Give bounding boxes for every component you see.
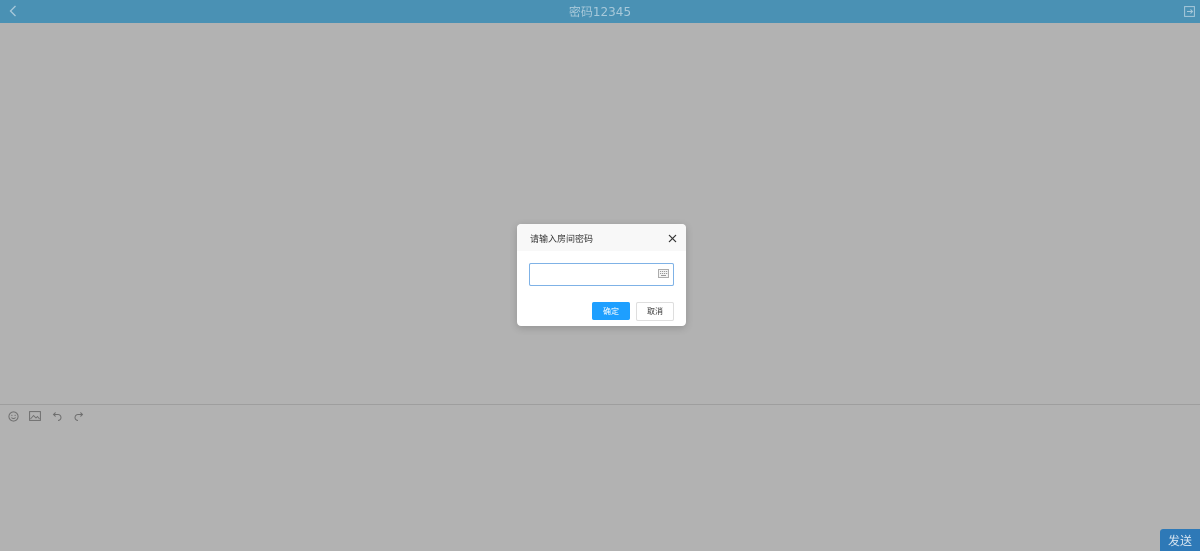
emoji-icon [7,410,19,422]
chat-message-area [0,23,1200,404]
dialog-header: 请输入房间密码 [517,224,686,251]
image-icon [29,411,41,421]
confirm-button[interactable]: 确定 [592,302,630,320]
chevron-left-icon [9,5,16,17]
exit-button[interactable] [1182,4,1196,18]
emoji-button[interactable] [6,409,20,423]
undo-button[interactable] [50,409,64,423]
send-button[interactable]: 发送 [1160,529,1200,551]
back-button[interactable] [6,3,20,19]
image-button[interactable] [28,409,42,423]
cancel-button[interactable]: 取消 [636,302,674,321]
password-field [529,263,674,286]
undo-icon [52,412,62,421]
keyboard-icon[interactable] [658,269,669,278]
page-title: 密码12345 [568,5,632,19]
dialog-close-button[interactable] [667,233,677,243]
dialog-title: 请输入房间密码 [530,235,594,245]
composer-toolbar [6,408,86,424]
message-composer[interactable]: 发送 [0,405,1200,551]
password-dialog: 请输入房间密码 确定 取消 [517,224,686,326]
title-bar: 密码12345 [0,0,1200,23]
redo-button[interactable] [72,409,86,423]
password-input[interactable] [530,264,652,285]
close-icon [668,234,676,242]
redo-icon [74,412,84,421]
exit-icon [1183,5,1195,17]
